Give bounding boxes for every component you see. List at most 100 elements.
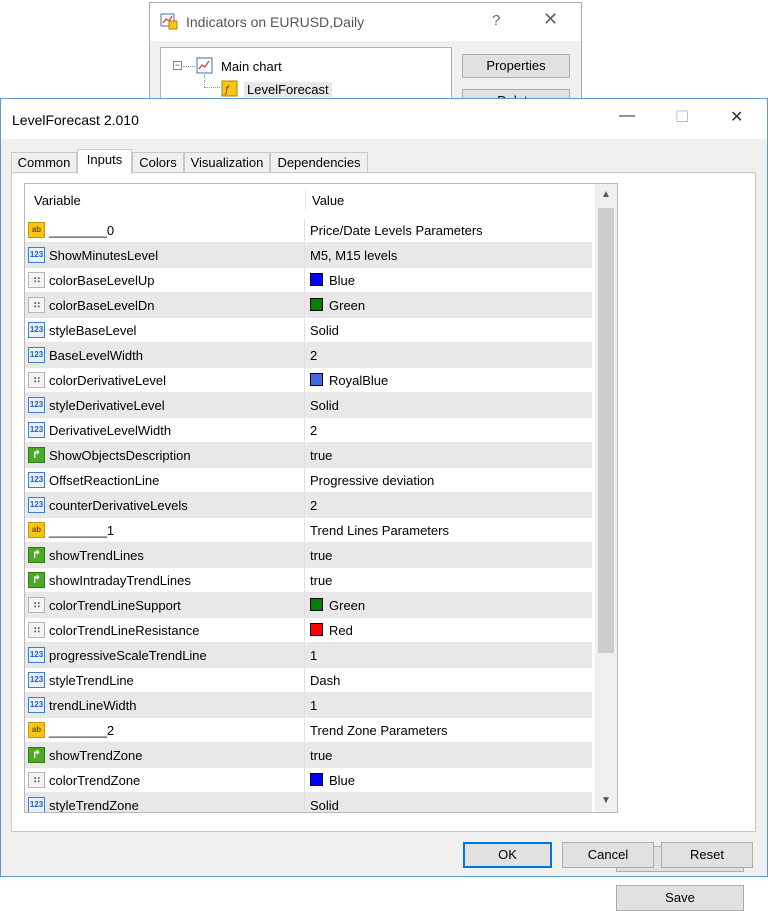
parameter-row[interactable]: ∷ colorTrendLineSupport Green — [25, 593, 592, 618]
variable-cell[interactable]: ↱ ShowObjectsDescription — [25, 443, 305, 467]
parameter-row[interactable]: 123 ShowMinutesLevel M5, M15 levels — [25, 243, 592, 268]
variable-cell[interactable]: ↱ showIntradayTrendLines — [25, 568, 305, 592]
minimize-icon[interactable]: — — [619, 107, 635, 125]
value-cell[interactable]: Trend Zone Parameters — [305, 718, 592, 742]
value-cell[interactable]: true — [305, 743, 592, 767]
parameter-row[interactable]: ∷ colorTrendLineResistance Red — [25, 618, 592, 643]
color-swatch[interactable] — [310, 273, 323, 286]
parameter-row[interactable]: ab ________1 Trend Lines Parameters — [25, 518, 592, 543]
parameter-row[interactable]: 123 styleBaseLevel Solid — [25, 318, 592, 343]
value-cell[interactable]: true — [305, 443, 592, 467]
variable-cell[interactable]: ↱ showTrendLines — [25, 543, 305, 567]
parameter-row[interactable]: ∷ colorTrendZone Blue — [25, 768, 592, 793]
value-cell[interactable]: Green — [305, 293, 592, 317]
variable-cell[interactable]: ↱ showTrendZone — [25, 743, 305, 767]
value-cell[interactable]: true — [305, 568, 592, 592]
color-swatch[interactable] — [310, 623, 323, 636]
parameter-row[interactable]: ∷ colorBaseLevelUp Blue — [25, 268, 592, 293]
column-header-value[interactable]: Value — [312, 193, 344, 208]
variable-cell[interactable]: 123 ShowMinutesLevel — [25, 243, 305, 267]
parameter-row[interactable]: 123 counterDerivativeLevels 2 — [25, 493, 592, 518]
value-cell[interactable]: Blue — [305, 768, 592, 792]
parameter-row[interactable]: 123 styleTrendZone Solid — [25, 793, 592, 812]
value-cell[interactable]: 2 — [305, 418, 592, 442]
parameter-row[interactable]: ↱ ShowObjectsDescription true — [25, 443, 592, 468]
parameter-row[interactable]: 123 trendLineWidth 1 — [25, 693, 592, 718]
close-icon[interactable]: ✕ — [730, 107, 743, 127]
color-swatch[interactable] — [310, 298, 323, 311]
maximize-icon[interactable]: ☐ — [675, 107, 689, 127]
variable-cell[interactable]: ∷ colorTrendLineSupport — [25, 593, 305, 617]
variable-cell[interactable]: ∷ colorBaseLevelUp — [25, 268, 305, 292]
variable-cell[interactable]: ab ________1 — [25, 518, 305, 542]
value-cell[interactable]: true — [305, 543, 592, 567]
cancel-button[interactable]: Cancel — [562, 842, 654, 868]
value-cell[interactable]: 2 — [305, 343, 592, 367]
value-cell[interactable]: 1 — [305, 643, 592, 667]
value-cell[interactable]: Solid — [305, 318, 592, 342]
variable-cell[interactable]: 123 BaseLevelWidth — [25, 343, 305, 367]
tab-common[interactable]: Common — [11, 152, 77, 173]
tab-colors[interactable]: Colors — [132, 152, 184, 173]
value-cell[interactable]: Trend Lines Parameters — [305, 518, 592, 542]
value-cell[interactable]: 1 — [305, 693, 592, 717]
variable-cell[interactable]: 123 trendLineWidth — [25, 693, 305, 717]
value-cell[interactable]: M5, M15 levels — [305, 243, 592, 267]
value-cell[interactable]: Blue — [305, 268, 592, 292]
color-swatch[interactable] — [310, 373, 323, 386]
variable-cell[interactable]: 123 styleTrendLine — [25, 668, 305, 692]
reset-button[interactable]: Reset — [661, 842, 753, 868]
scroll-up-icon[interactable]: ▲ — [595, 186, 617, 204]
variable-cell[interactable]: 123 styleDerivativeLevel — [25, 393, 305, 417]
parameter-row[interactable]: 123 BaseLevelWidth 2 — [25, 343, 592, 368]
scroll-down-icon[interactable]: ▼ — [595, 792, 617, 810]
save-button[interactable]: Save — [616, 885, 744, 911]
tab-visualization[interactable]: Visualization — [184, 152, 270, 173]
tab-dependencies[interactable]: Dependencies — [270, 152, 368, 173]
variable-cell[interactable]: 123 DerivativeLevelWidth — [25, 418, 305, 442]
variable-cell[interactable]: 123 OffsetReactionLine — [25, 468, 305, 492]
parameter-row[interactable]: ab ________0 Price/Date Levels Parameters — [25, 218, 592, 243]
variable-cell[interactable]: ∷ colorTrendZone — [25, 768, 305, 792]
value-cell[interactable]: Solid — [305, 793, 592, 812]
tree-collapse-icon[interactable]: − — [173, 61, 182, 70]
column-header-variable[interactable]: Variable — [34, 193, 81, 208]
parameter-row[interactable]: ab ________2 Trend Zone Parameters — [25, 718, 592, 743]
indicators-close-icon[interactable]: ✕ — [543, 9, 558, 30]
vertical-scrollbar[interactable]: ▲ ▼ — [595, 184, 617, 812]
value-cell[interactable]: Dash — [305, 668, 592, 692]
tree-item-levelforecast[interactable]: LevelForecast — [244, 82, 332, 97]
parameter-row[interactable]: ↱ showTrendLines true — [25, 543, 592, 568]
value-cell[interactable]: Red — [305, 618, 592, 642]
parameter-row[interactable]: 123 DerivativeLevelWidth 2 — [25, 418, 592, 443]
variable-cell[interactable]: 123 styleTrendZone — [25, 793, 305, 812]
scroll-thumb[interactable] — [598, 208, 614, 653]
value-cell[interactable]: Green — [305, 593, 592, 617]
tree-item-main-chart[interactable]: Main chart — [221, 59, 282, 74]
parameter-row[interactable]: 123 progressiveScaleTrendLine 1 — [25, 643, 592, 668]
ok-button[interactable]: OK — [463, 842, 552, 868]
value-cell[interactable]: Solid — [305, 393, 592, 417]
variable-cell[interactable]: ab ________2 — [25, 718, 305, 742]
color-swatch[interactable] — [310, 773, 323, 786]
parameter-row[interactable]: 123 styleTrendLine Dash — [25, 668, 592, 693]
parameter-row[interactable]: ∷ colorBaseLevelDn Green — [25, 293, 592, 318]
parameter-row[interactable]: 123 styleDerivativeLevel Solid — [25, 393, 592, 418]
parameter-row[interactable]: ↱ showTrendZone true — [25, 743, 592, 768]
value-cell[interactable]: RoyalBlue — [305, 368, 592, 392]
value-cell[interactable]: 2 — [305, 493, 592, 517]
parameter-row[interactable]: ↱ showIntradayTrendLines true — [25, 568, 592, 593]
color-swatch[interactable] — [310, 598, 323, 611]
variable-cell[interactable]: ∷ colorTrendLineResistance — [25, 618, 305, 642]
parameter-row[interactable]: ∷ colorDerivativeLevel RoyalBlue — [25, 368, 592, 393]
value-cell[interactable]: Price/Date Levels Parameters — [305, 218, 592, 242]
help-icon[interactable]: ? — [492, 12, 500, 29]
variable-cell[interactable]: 123 styleBaseLevel — [25, 318, 305, 342]
parameter-row[interactable]: 123 OffsetReactionLine Progressive deviati… — [25, 468, 592, 493]
properties-button[interactable]: Properties — [462, 54, 570, 78]
variable-cell[interactable]: ∷ colorBaseLevelDn — [25, 293, 305, 317]
variable-cell[interactable]: ab ________0 — [25, 218, 305, 242]
variable-cell[interactable]: 123 progressiveScaleTrendLine — [25, 643, 305, 667]
tab-inputs[interactable]: Inputs — [77, 149, 132, 174]
variable-cell[interactable]: ∷ colorDerivativeLevel — [25, 368, 305, 392]
